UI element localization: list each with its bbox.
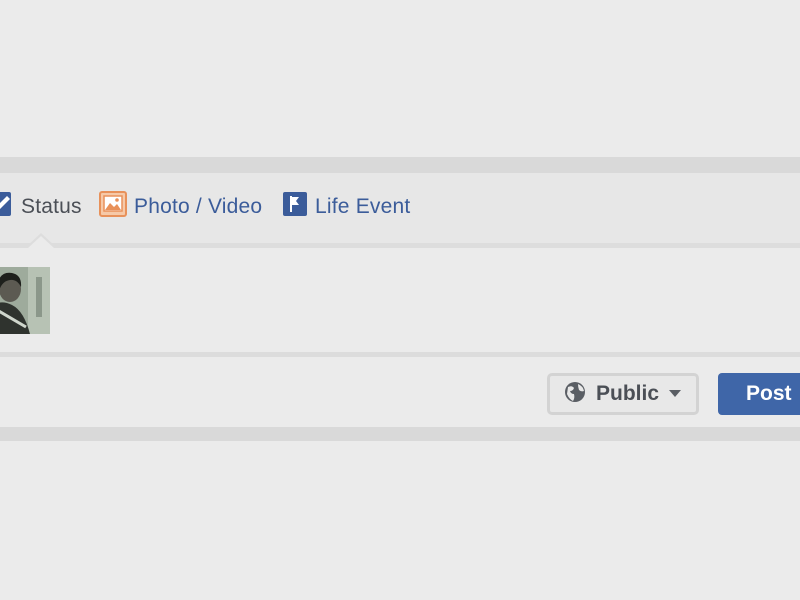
tab-status[interactable]: Status [0, 192, 82, 222]
post-button[interactable]: Post [718, 373, 800, 415]
tab-life-event[interactable]: Life Event [282, 192, 410, 222]
chevron-down-icon [669, 385, 682, 403]
pencil-icon [0, 191, 14, 223]
globe-icon [564, 381, 586, 408]
post-composer: Status Photo / Video Life Event Public P… [0, 157, 800, 441]
active-tab-pointer [28, 236, 54, 248]
audience-selector-button[interactable]: Public [547, 373, 699, 415]
composer-footer: Public Post [0, 357, 800, 427]
tab-status-label: Status [21, 195, 82, 218]
flag-icon [282, 191, 308, 223]
composer-body: Status Photo / Video Life Event Public P… [0, 173, 800, 427]
tab-life-event-label: Life Event [315, 195, 411, 218]
page: Status Photo / Video Life Event Public P… [0, 0, 800, 600]
tab-photo-video-label: Photo / Video [134, 195, 263, 218]
profile-photo-icon [0, 267, 50, 334]
composer-tabs: Status Photo / Video Life Event [0, 173, 800, 248]
photo-icon [99, 191, 127, 223]
tab-photo-video[interactable]: Photo / Video [99, 191, 263, 223]
avatar[interactable] [0, 267, 50, 334]
audience-label: Public [596, 382, 660, 405]
